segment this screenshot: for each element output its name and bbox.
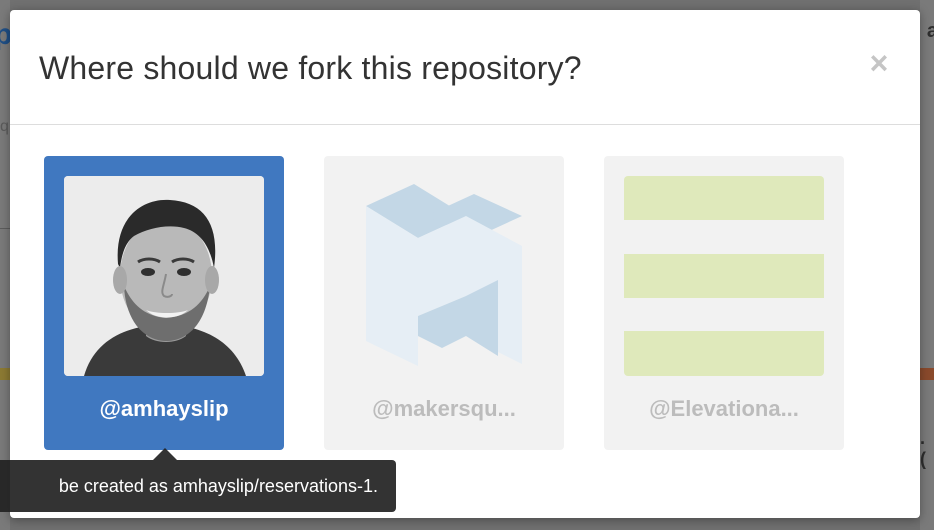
dialog-header: Where should we fork this repository? × <box>10 10 920 125</box>
background-divider <box>0 228 10 229</box>
background-right-char: a <box>926 20 934 42</box>
makersquare-logo-icon <box>344 176 544 376</box>
fork-dialog: Where should we fork this repository? × <box>10 10 920 518</box>
close-button[interactable]: × <box>866 47 892 79</box>
account-handle: @makersqu... <box>372 396 516 421</box>
account-card-makersquare[interactable]: @makersqu... <box>324 156 564 450</box>
background-left-strip: p q <box>0 0 12 530</box>
background-left-q: q <box>0 118 9 135</box>
avatar <box>64 176 264 376</box>
elevation-logo-icon <box>624 176 824 376</box>
user-photo-icon <box>64 176 264 376</box>
tooltip: be created as amhayslip/reservations-1. <box>0 460 396 512</box>
account-handle: @Elevationa... <box>649 396 799 421</box>
background-bar-left <box>0 368 10 380</box>
account-handle: @amhayslip <box>99 396 229 421</box>
avatar <box>624 176 824 376</box>
avatar <box>344 176 544 376</box>
account-card-amhayslip[interactable]: @amhayslip <box>44 156 284 450</box>
tooltip-text: be created as amhayslip/reservations-1. <box>58 476 378 496</box>
background-bar-right <box>920 368 934 380</box>
tooltip-arrow <box>153 448 177 460</box>
background-right-strip: a . ( <box>920 0 934 530</box>
background-right-text: . ( <box>920 428 926 469</box>
account-card-elevation[interactable]: @Elevationa... <box>604 156 844 450</box>
dialog-title: Where should we fork this repository? <box>39 50 582 86</box>
